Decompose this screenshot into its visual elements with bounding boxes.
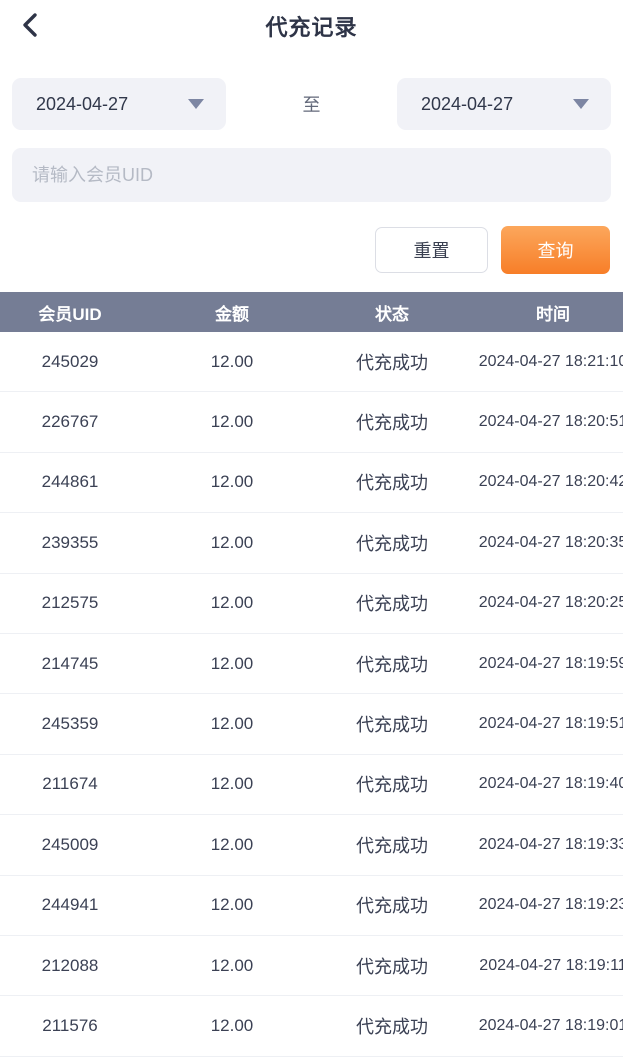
table-row: 212575 12.00 代充成功 2024-04-27 18:20:25: [0, 574, 623, 634]
cell-time: 2024-04-27 18:20:25: [460, 594, 623, 612]
cell-time: 2024-04-27 18:20:42: [460, 473, 623, 491]
cell-amount: 12.00: [140, 533, 324, 553]
date-to-select[interactable]: 2024-04-27: [397, 78, 611, 130]
cell-status: 代充成功: [324, 409, 460, 435]
cell-time: 2024-04-27 18:19:59: [460, 655, 623, 673]
date-from-value: 2024-04-27: [36, 94, 128, 115]
table-row: 244861 12.00 代充成功 2024-04-27 18:20:42: [0, 453, 623, 513]
cell-amount: 12.00: [140, 774, 324, 794]
cell-member-uid: 244861: [0, 472, 140, 492]
records-table: 会员UID 金额 状态 时间 245029 12.00 代充成功 2024-04…: [0, 292, 623, 1057]
table-row: 245029 12.00 代充成功 2024-04-27 18:21:10: [0, 332, 623, 392]
cell-amount: 12.00: [140, 352, 324, 372]
table-row: 239355 12.00 代充成功 2024-04-27 18:20:35: [0, 513, 623, 573]
back-button[interactable]: [10, 6, 50, 46]
cell-amount: 12.00: [140, 895, 324, 915]
reset-button[interactable]: 重置: [375, 227, 488, 273]
column-header-uid: 会员UID: [0, 300, 140, 325]
cell-status: 代充成功: [324, 530, 460, 556]
cell-amount: 12.00: [140, 654, 324, 674]
chevron-down-icon: [573, 99, 589, 109]
table-row: 214745 12.00 代充成功 2024-04-27 18:19:59: [0, 634, 623, 694]
cell-member-uid: 211674: [0, 774, 140, 794]
table-body: 245029 12.00 代充成功 2024-04-27 18:21:10 22…: [0, 332, 623, 1057]
chevron-left-icon: [20, 12, 40, 41]
cell-time: 2024-04-27 18:19:33: [460, 836, 623, 854]
column-header-amount: 金额: [140, 300, 324, 325]
cell-member-uid: 211576: [0, 1016, 140, 1036]
date-from-select[interactable]: 2024-04-27: [12, 78, 226, 130]
cell-status: 代充成功: [324, 953, 460, 979]
cell-member-uid: 212088: [0, 956, 140, 976]
cell-amount: 12.00: [140, 714, 324, 734]
cell-status: 代充成功: [324, 349, 460, 375]
table-row: 226767 12.00 代充成功 2024-04-27 18:20:51: [0, 392, 623, 452]
chevron-down-icon: [188, 99, 204, 109]
cell-time: 2024-04-27 18:19:01: [460, 1017, 623, 1035]
cell-member-uid: 245029: [0, 352, 140, 372]
cell-time: 2024-04-27 18:19:23: [460, 896, 623, 914]
cell-status: 代充成功: [324, 590, 460, 616]
app-bar: 代充记录: [0, 0, 623, 52]
table-row: 212088 12.00 代充成功 2024-04-27 18:19:11: [0, 936, 623, 996]
cell-time: 2024-04-27 18:21:10: [460, 353, 623, 371]
cell-member-uid: 212575: [0, 593, 140, 613]
table-row: 244941 12.00 代充成功 2024-04-27 18:19:23: [0, 876, 623, 936]
cell-time: 2024-04-27 18:20:35: [460, 534, 623, 552]
cell-amount: 12.00: [140, 412, 324, 432]
cell-member-uid: 244941: [0, 895, 140, 915]
cell-status: 代充成功: [324, 832, 460, 858]
table-row: 245009 12.00 代充成功 2024-04-27 18:19:33: [0, 815, 623, 875]
query-button[interactable]: 查询: [501, 226, 610, 274]
cell-amount: 12.00: [140, 1016, 324, 1036]
member-uid-input[interactable]: [12, 148, 611, 202]
filter-actions: 重置 查询: [12, 226, 610, 274]
cell-status: 代充成功: [324, 892, 460, 918]
range-separator-label: 至: [226, 91, 397, 117]
cell-time: 2024-04-27 18:19:11: [460, 957, 623, 975]
table-row: 245359 12.00 代充成功 2024-04-27 18:19:51: [0, 694, 623, 754]
cell-status: 代充成功: [324, 469, 460, 495]
cell-status: 代充成功: [324, 771, 460, 797]
cell-status: 代充成功: [324, 711, 460, 737]
table-header-row: 会员UID 金额 状态 时间: [0, 292, 623, 332]
cell-status: 代充成功: [324, 651, 460, 677]
cell-amount: 12.00: [140, 593, 324, 613]
table-row: 211674 12.00 代充成功 2024-04-27 18:19:40: [0, 755, 623, 815]
date-to-value: 2024-04-27: [421, 94, 513, 115]
cell-member-uid: 245009: [0, 835, 140, 855]
date-range-filter: 2024-04-27 至 2024-04-27: [12, 78, 611, 130]
cell-amount: 12.00: [140, 835, 324, 855]
cell-time: 2024-04-27 18:19:51: [460, 715, 623, 733]
cell-amount: 12.00: [140, 472, 324, 492]
cell-status: 代充成功: [324, 1013, 460, 1039]
table-row: 211576 12.00 代充成功 2024-04-27 18:19:01: [0, 996, 623, 1056]
page-title: 代充记录: [265, 10, 357, 42]
cell-member-uid: 226767: [0, 412, 140, 432]
cell-member-uid: 214745: [0, 654, 140, 674]
cell-amount: 12.00: [140, 956, 324, 976]
cell-time: 2024-04-27 18:19:40: [460, 775, 623, 793]
column-header-status: 状态: [324, 300, 460, 325]
cell-member-uid: 245359: [0, 714, 140, 734]
cell-time: 2024-04-27 18:20:51: [460, 413, 623, 431]
cell-member-uid: 239355: [0, 533, 140, 553]
column-header-time: 时间: [460, 300, 623, 325]
